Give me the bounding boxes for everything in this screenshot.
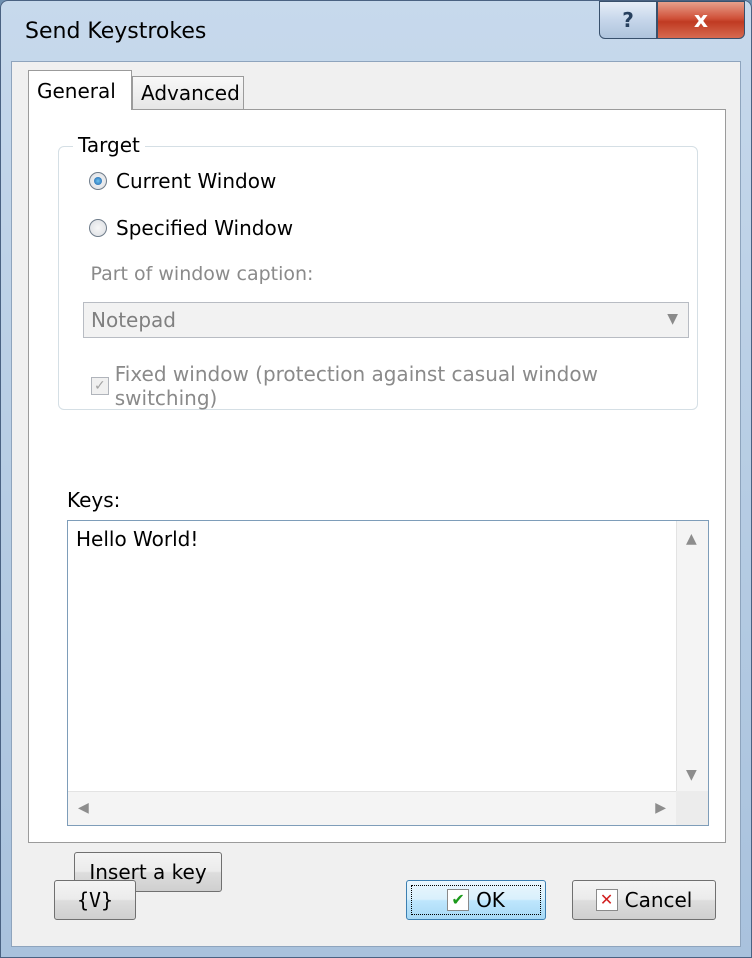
tab-general[interactable]: General bbox=[28, 70, 132, 110]
cancel-label: Cancel bbox=[624, 888, 693, 912]
tab-advanced[interactable]: Advanced bbox=[132, 76, 244, 110]
vertical-scrollbar[interactable]: ▲ ▼ bbox=[676, 521, 708, 791]
scroll-right-icon[interactable]: ▶ bbox=[655, 800, 666, 816]
window-caption-value: Notepad bbox=[91, 308, 176, 332]
dialog-client-area: General Advanced Target Current Window S… bbox=[11, 61, 741, 947]
target-group-label: Target bbox=[73, 133, 145, 157]
fixed-window-label: Fixed window (protection against casual … bbox=[114, 362, 598, 410]
keys-label: Keys: bbox=[67, 488, 121, 512]
focus-rectangle bbox=[411, 885, 541, 915]
close-icon: x bbox=[693, 7, 709, 33]
title-bar[interactable]: Send Keystrokes ? x bbox=[1, 1, 751, 61]
fixed-window-checkbox[interactable]: ✓ bbox=[91, 377, 109, 395]
target-groupbox: Target Current Window Specified Window P… bbox=[58, 133, 698, 410]
current-window-radio[interactable] bbox=[89, 172, 107, 190]
window-caption-combobox[interactable]: Notepad ▼ bbox=[83, 302, 689, 338]
scroll-up-icon[interactable]: ▲ bbox=[686, 531, 697, 547]
help-icon: ? bbox=[622, 8, 634, 32]
ok-button[interactable]: ✔ OK bbox=[406, 880, 546, 920]
caption-label: PPart of window caption: bbox=[90, 263, 314, 285]
dialog-title: Send Keystrokes bbox=[25, 19, 207, 44]
general-tab-panel: Target Current Window Specified Window P… bbox=[28, 109, 726, 843]
specified-window-label: Specified Window bbox=[116, 216, 294, 240]
specified-window-radio-row[interactable]: Specified Window bbox=[89, 216, 293, 240]
x-icon: ✕ bbox=[595, 889, 618, 911]
help-button[interactable]: ? bbox=[599, 1, 657, 39]
current-window-label: Current Window bbox=[116, 169, 277, 193]
chevron-down-icon[interactable]: ▼ bbox=[667, 311, 678, 327]
send-keystrokes-dialog: Send Keystrokes ? x General Advanced Tar… bbox=[0, 0, 752, 958]
horizontal-scrollbar[interactable]: ◀ ▶ bbox=[68, 791, 676, 825]
keys-text-area[interactable]: Hello World! ▲ ▼ ◀ ▶ bbox=[67, 520, 709, 826]
keys-text: Hello World! bbox=[76, 527, 199, 551]
variables-button[interactable]: {V} bbox=[54, 880, 136, 920]
scroll-down-icon[interactable]: ▼ bbox=[686, 767, 697, 783]
close-button[interactable]: x bbox=[657, 1, 745, 39]
caption-label-text: Part of window caption: bbox=[90, 263, 314, 285]
scrollbar-corner bbox=[676, 791, 708, 825]
specified-window-radio[interactable] bbox=[89, 219, 107, 237]
cancel-button[interactable]: ✕ Cancel bbox=[572, 880, 716, 920]
fixed-window-checkbox-row[interactable]: ✓ Fixed window (protection against casua… bbox=[91, 362, 697, 410]
current-window-radio-row[interactable]: Current Window bbox=[89, 169, 276, 193]
scroll-left-icon[interactable]: ◀ bbox=[78, 800, 89, 816]
